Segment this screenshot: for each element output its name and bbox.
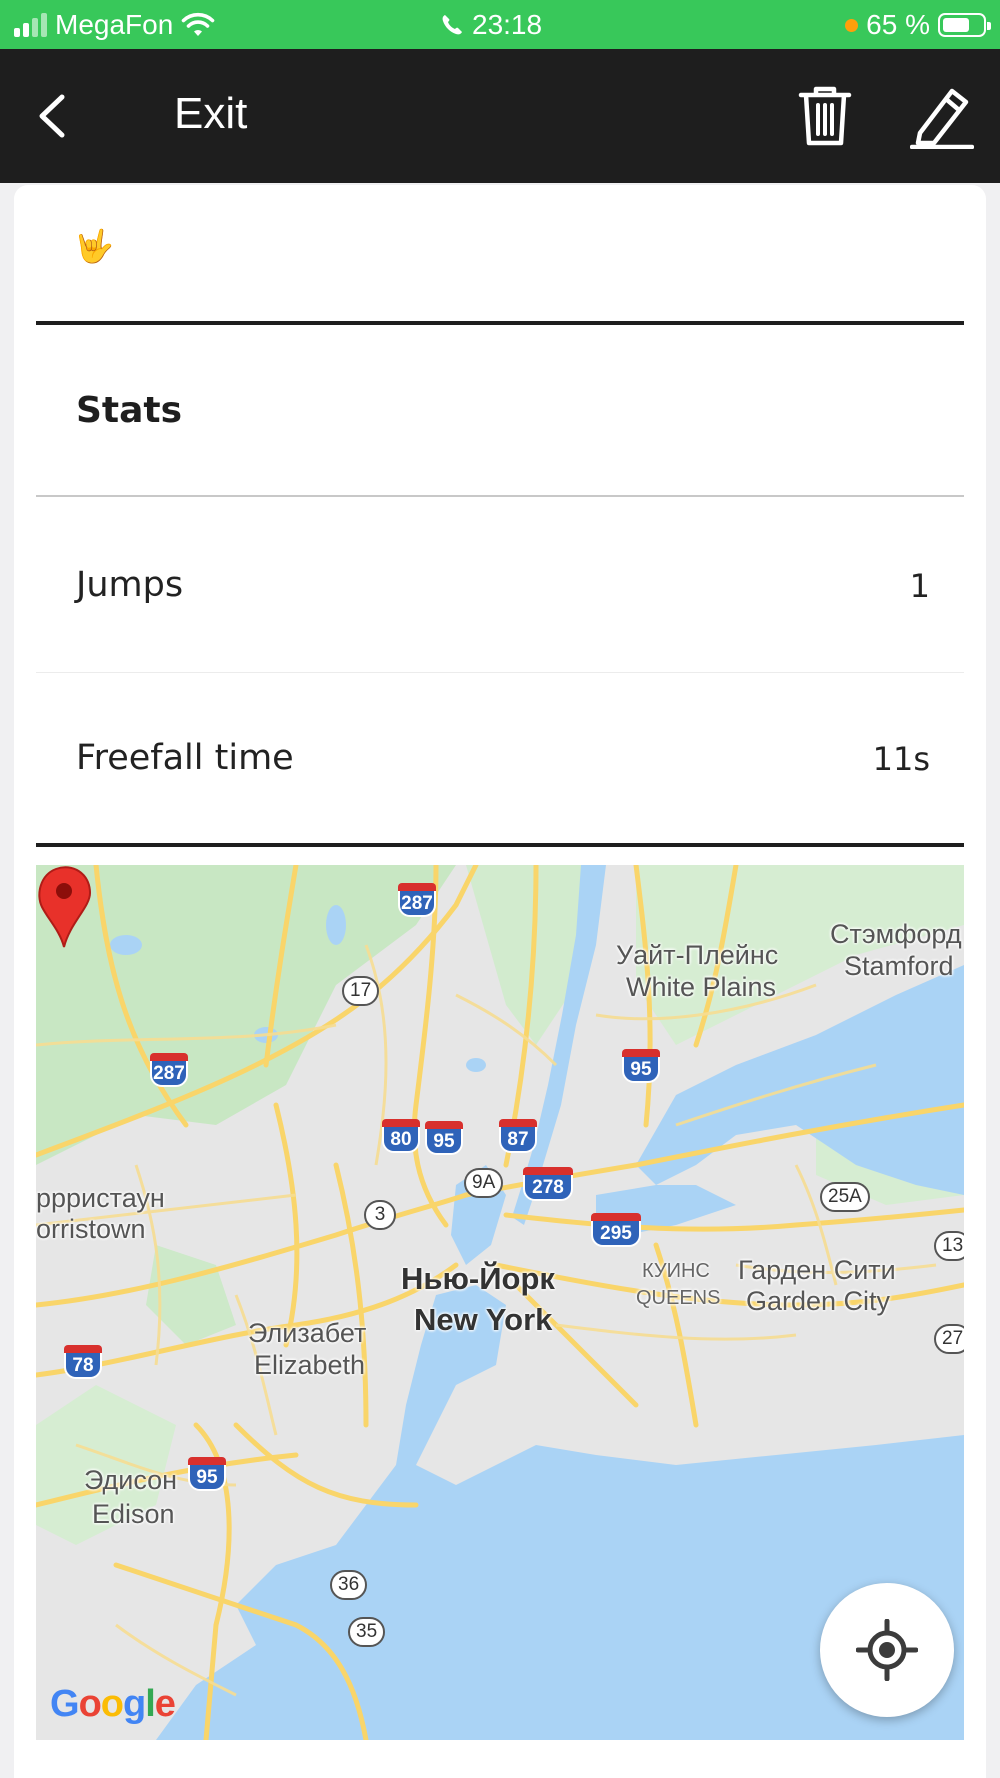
jump-emoji: 🤟 [74, 228, 114, 264]
interstate-shield: 78 [64, 1345, 102, 1381]
map-label: Уайт-Плейнс [616, 940, 779, 970]
battery-icon [938, 13, 991, 37]
phone-icon [442, 15, 462, 35]
status-bar: MegaFon 23:18 65 % [0, 0, 1000, 49]
divider [36, 495, 964, 497]
interstate-shield: 287 [398, 883, 436, 919]
back-chevron-icon [39, 94, 65, 138]
map-label-new-york: Нью-Йорк [401, 1261, 555, 1296]
stat-value-freefall-time: 11s [872, 740, 930, 778]
route-marker: 3 [364, 1200, 396, 1230]
page-title: Exit [174, 89, 248, 138]
delete-button[interactable] [795, 83, 855, 149]
carrier-name: MegaFon [55, 9, 174, 40]
map-label: Эдисон [84, 1465, 178, 1495]
interstate-shield: 87 [499, 1119, 537, 1155]
crosshair-icon [856, 1619, 918, 1681]
map-label: Элизабет [248, 1318, 367, 1348]
stat-value-jumps: 1 [909, 567, 930, 605]
route-marker: 13 [934, 1231, 964, 1261]
nav-bar: Exit [0, 49, 1000, 183]
google-logo-letter: g [123, 1683, 146, 1725]
interstate-shield: 95 [425, 1121, 463, 1157]
map-label: orristown [36, 1214, 146, 1244]
map-label: ррристаун [36, 1183, 165, 1213]
map-label: QUEENS [636, 1287, 721, 1309]
google-logo-letter: o [100, 1683, 124, 1725]
route-marker: 27 [934, 1324, 964, 1354]
orange-dot-icon [845, 18, 859, 32]
map-label: Garden City [746, 1286, 891, 1316]
divider [36, 672, 964, 673]
divider [36, 321, 964, 325]
google-logo-letter: e [154, 1683, 176, 1725]
route-marker: 9A [464, 1168, 504, 1198]
back-button[interactable] [30, 91, 80, 141]
google-logo-letter: o [78, 1683, 102, 1725]
map-label: Стэмфорд [830, 919, 962, 949]
my-location-button[interactable] [820, 1583, 954, 1717]
trash-icon [798, 86, 852, 146]
stat-label-jumps: Jumps [76, 565, 184, 605]
map-label: Elizabeth [254, 1350, 366, 1380]
interstate-shield: 95 [188, 1457, 226, 1493]
interstate-shield: 287 [150, 1053, 188, 1089]
clock: 23:18 [472, 9, 543, 40]
google-logo: Google [50, 1683, 176, 1726]
google-logo-letter: l [145, 1683, 156, 1725]
map-label: Гарден Сити [738, 1255, 896, 1285]
route-marker: 17 [342, 976, 380, 1006]
signal-icon [14, 13, 47, 37]
map-label: Stamford [844, 951, 954, 981]
divider [36, 843, 964, 847]
map-label: White Plains [626, 972, 777, 1002]
pencil-icon [909, 88, 975, 150]
interstate-shield: 295 [591, 1213, 641, 1249]
map-label-new-york: New York [414, 1302, 553, 1337]
stats-heading: Stats [76, 390, 183, 431]
google-logo-letter: G [50, 1683, 80, 1725]
jump-location-map[interactable]: 287 287 95 80 95 87 278 295 78 95 17 9A … [36, 865, 964, 1740]
route-marker: 36 [330, 1570, 368, 1600]
battery-percent: 65 % [866, 9, 930, 40]
route-marker: 25A [820, 1182, 870, 1212]
location-pin-icon[interactable] [36, 865, 92, 949]
jump-detail-card: 🤟 Stats Jumps 1 Freefall time 11s 287 28… [14, 185, 986, 1778]
route-marker: 35 [348, 1617, 386, 1647]
map-label: КУИНС [642, 1260, 710, 1282]
interstate-shield: 278 [523, 1167, 573, 1203]
wifi-icon [181, 12, 215, 36]
stat-label-freefall-time: Freefall time [76, 738, 294, 778]
edit-button[interactable] [909, 85, 975, 150]
interstate-shield: 95 [622, 1049, 660, 1085]
map-label: Edison [92, 1499, 175, 1529]
interstate-shield: 80 [382, 1119, 420, 1155]
